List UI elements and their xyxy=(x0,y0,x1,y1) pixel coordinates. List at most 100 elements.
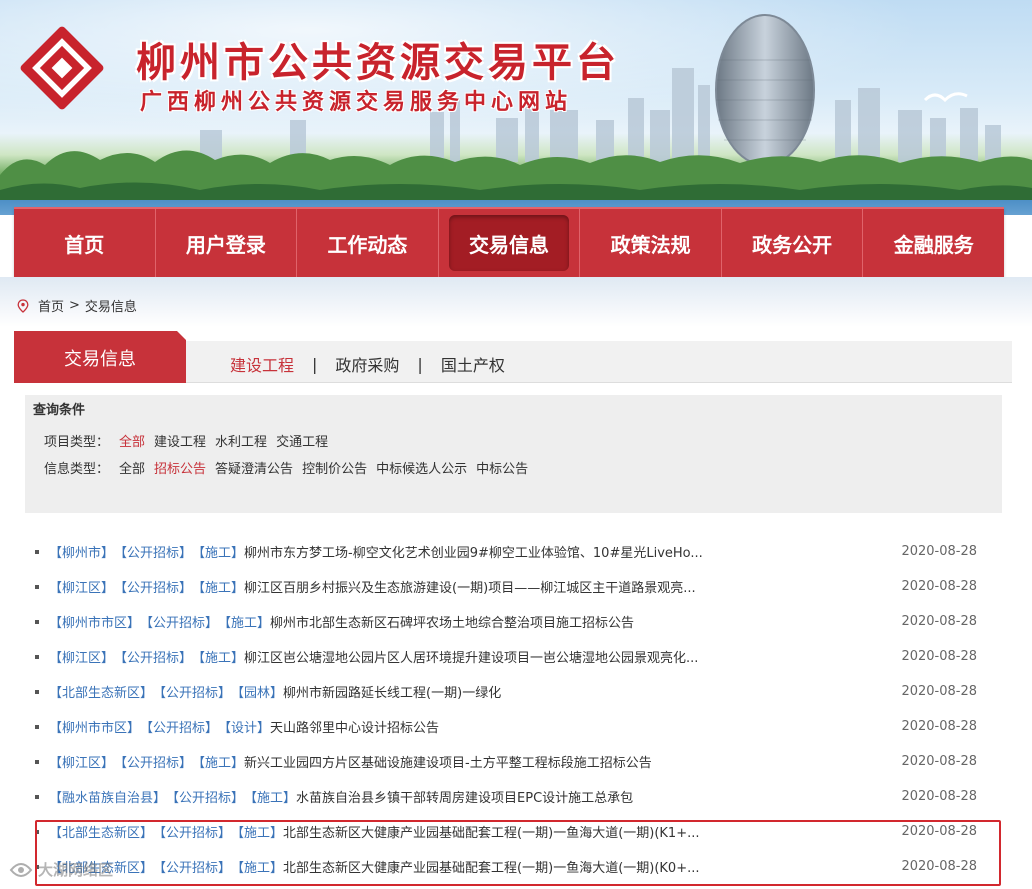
list-item[interactable]: 【柳江区】 【公开招标】 【施工】 新兴工业园四方片区基础设施建设项目-土方平整工程标… xyxy=(25,744,985,779)
announcement-title-link[interactable]: 水苗族自治县乡镇干部转周房建设项目EPC设计施工总承包 xyxy=(296,787,633,806)
category-tag[interactable]: 【施工】 xyxy=(192,542,244,561)
info-type-option-tender-notice[interactable]: 招标公告 xyxy=(154,458,206,477)
nav-item-gov-affairs[interactable]: 政务公开 xyxy=(722,209,864,277)
info-type-option-clarification[interactable]: 答疑澄清公告 xyxy=(215,458,293,477)
nav-item-finance[interactable]: 金融服务 xyxy=(863,209,1004,277)
tab-land-property[interactable]: 国土产权 xyxy=(441,352,505,376)
breadcrumb-background xyxy=(0,277,1032,327)
breadcrumb-separator: > xyxy=(69,298,80,313)
list-item[interactable]: 【北部生态新区】 【公开招标】 【施工】 北部生态新区大健康产业园基础配套工程(一期)… xyxy=(25,814,985,849)
nav-item-label: 交易信息 xyxy=(469,232,550,257)
method-tag[interactable]: 【公开招标】 xyxy=(140,717,218,736)
filter-row-info-type: 信息类型： 全部 招标公告 答疑澄清公告 控制价公告 中标候选人公示 中标公告 xyxy=(44,458,537,477)
info-type-option-award[interactable]: 中标公告 xyxy=(476,458,528,477)
filter-row-project-type: 项目类型： 全部 建设工程 水利工程 交通工程 xyxy=(44,431,337,450)
bullet-icon xyxy=(35,549,39,554)
breadcrumb-home-link[interactable]: 首页 xyxy=(38,296,64,315)
bullet-icon xyxy=(35,724,39,729)
region-tag[interactable]: 【融水苗族自治县】 xyxy=(49,787,166,806)
project-type-option-traffic[interactable]: 交通工程 xyxy=(276,431,328,450)
announcement-date: 2020-08-28 xyxy=(901,544,977,559)
announcement-title-link[interactable]: 北部生态新区大健康产业园基础配套工程(一期)一鱼海大道(一期)(K1+... xyxy=(283,822,699,841)
region-tag[interactable]: 【柳江区】 xyxy=(49,752,114,771)
method-tag[interactable]: 【公开招标】 xyxy=(114,542,192,561)
method-tag[interactable]: 【公开招标】 xyxy=(153,857,231,876)
category-tag[interactable]: 【园林】 xyxy=(231,682,283,701)
nav-item-label: 金融服务 xyxy=(893,232,974,257)
nav-item-policy[interactable]: 政策法规 xyxy=(580,209,722,277)
region-tag[interactable]: 【柳州市】 xyxy=(49,542,114,561)
site-subtitle: 广西柳州公共资源交易服务中心网站 xyxy=(140,89,573,115)
category-tag[interactable]: 【施工】 xyxy=(192,752,244,771)
method-tag[interactable]: 【公开招标】 xyxy=(166,787,244,806)
project-type-option-water[interactable]: 水利工程 xyxy=(215,431,267,450)
category-tag[interactable]: 【施工】 xyxy=(231,857,283,876)
nav-item-login[interactable]: 用户登录 xyxy=(156,209,298,277)
category-tag[interactable]: 【施工】 xyxy=(192,647,244,666)
project-type-option-construction[interactable]: 建设工程 xyxy=(154,431,206,450)
announcement-title-link[interactable]: 新兴工业园四方片区基础设施建设项目-土方平整工程标段施工招标公告 xyxy=(244,752,652,771)
list-item[interactable]: 【柳州市】 【公开招标】 【施工】 柳州市东方梦工场-柳空文化艺术创业园9#柳空工业体… xyxy=(25,534,985,569)
method-tag[interactable]: 【公开招标】 xyxy=(140,612,218,631)
list-item[interactable]: 【柳江区】 【公开招标】 【施工】 柳江区百朋乡村振兴及生态旅游建设(一期)项目——柳… xyxy=(25,569,985,604)
list-item[interactable]: 【柳州市市区】 【公开招标】 【设计】 天山路邻里中心设计招标公告 2020-08-28 xyxy=(25,709,985,744)
announcement-date: 2020-08-28 xyxy=(901,754,977,769)
section-title: 交易信息 xyxy=(14,331,187,383)
method-tag[interactable]: 【公开招标】 xyxy=(114,647,192,666)
announcement-date: 2020-08-28 xyxy=(901,649,977,664)
nav-item-label: 用户登录 xyxy=(185,232,266,257)
nav-item-home[interactable]: 首页 xyxy=(14,209,156,277)
list-item[interactable]: 【柳江区】 【公开招标】 【施工】 柳江区岜公塘湿地公园片区人居环境提升建设项目一岜公… xyxy=(25,639,985,674)
filter-title: 查询条件 xyxy=(33,403,86,418)
nav-item-label: 首页 xyxy=(64,232,105,257)
breadcrumb: 首页 > 交易信息 xyxy=(16,296,137,315)
list-item[interactable]: 【柳州市市区】 【公开招标】 【施工】 柳州市北部生态新区石碑坪农场土地综合整治项目施… xyxy=(25,604,985,639)
announcement-title-link[interactable]: 柳江区岜公塘湿地公园片区人居环境提升建设项目一岜公塘湿地公园景观亮化... xyxy=(244,647,698,666)
bullet-icon xyxy=(35,654,39,659)
method-tag[interactable]: 【公开招标】 xyxy=(114,577,192,596)
announcement-title-link[interactable]: 柳州市北部生态新区石碑坪农场土地综合整治项目施工招标公告 xyxy=(270,612,634,631)
project-type-option-all[interactable]: 全部 xyxy=(119,431,145,450)
announcement-date: 2020-08-28 xyxy=(901,859,977,874)
category-tag[interactable]: 【施工】 xyxy=(192,577,244,596)
breadcrumb-current: 交易信息 xyxy=(84,300,137,315)
list-item[interactable]: 【融水苗族自治县】 【公开招标】 【施工】 水苗族自治县乡镇干部转周房建设项目EPC设… xyxy=(25,779,985,814)
announcement-title-link[interactable]: 柳州市东方梦工场-柳空文化艺术创业园9#柳空工业体验馆、10#星光LiveHo.… xyxy=(244,542,703,561)
watermark-logo-icon xyxy=(9,863,33,877)
tab-government-procurement[interactable]: 政府采购 xyxy=(335,352,399,376)
tab-construction[interactable]: 建设工程 xyxy=(230,352,294,376)
region-tag[interactable]: 【柳江区】 xyxy=(49,577,114,596)
list-item[interactable]: 【北部生态新区】 【公开招标】 【施工】 北部生态新区大健康产业园基础配套工程(一期)… xyxy=(25,849,985,884)
watermark-text: 大湖网络区 xyxy=(38,860,114,879)
category-tag[interactable]: 【施工】 xyxy=(218,612,270,631)
list-item[interactable]: 【北部生态新区】 【公开招标】 【园林】 柳州市新园路延长线工程(一期)一绿化 2020… xyxy=(25,674,985,709)
announcement-title-link[interactable]: 柳州市新园路延长线工程(一期)一绿化 xyxy=(283,682,501,701)
header-banner: 柳州市公共资源交易平台 广西柳州公共资源交易服务中心网站 xyxy=(0,0,1032,215)
method-tag[interactable]: 【公开招标】 xyxy=(153,822,231,841)
announcement-title-link[interactable]: 天山路邻里中心设计招标公告 xyxy=(270,717,439,736)
announcement-date: 2020-08-28 xyxy=(901,789,977,804)
nav-item-work-news[interactable]: 工作动态 xyxy=(297,209,439,277)
region-tag[interactable]: 【北部生态新区】 xyxy=(49,682,153,701)
bullet-icon xyxy=(35,689,39,694)
method-tag[interactable]: 【公开招标】 xyxy=(114,752,192,771)
nav-item-label: 政策法规 xyxy=(610,232,691,257)
announcement-title-link[interactable]: 柳江区百朋乡村振兴及生态旅游建设(一期)项目——柳江城区主干道路景观亮... xyxy=(244,577,696,596)
region-tag[interactable]: 【柳州市市区】 xyxy=(49,612,140,631)
info-type-option-candidates[interactable]: 中标候选人公示 xyxy=(376,458,467,477)
category-tag[interactable]: 【施工】 xyxy=(244,787,296,806)
info-type-option-all[interactable]: 全部 xyxy=(119,458,145,477)
announcement-title-link[interactable]: 北部生态新区大健康产业园基础配套工程(一期)一鱼海大道(一期)(K0+... xyxy=(283,857,699,876)
nav-item-label: 政务公开 xyxy=(752,232,833,257)
nav-item-trade-info[interactable]: 交易信息 xyxy=(439,209,581,277)
info-type-option-control-price[interactable]: 控制价公告 xyxy=(302,458,367,477)
region-tag[interactable]: 【柳州市市区】 xyxy=(49,717,140,736)
region-tag[interactable]: 【北部生态新区】 xyxy=(49,822,153,841)
watermark: 大湖网络区 xyxy=(8,858,113,880)
project-type-label: 项目类型： xyxy=(44,435,110,450)
region-tag[interactable]: 【柳江区】 xyxy=(49,647,114,666)
method-tag[interactable]: 【公开招标】 xyxy=(153,682,231,701)
announcement-date: 2020-08-28 xyxy=(901,684,977,699)
category-tag[interactable]: 【设计】 xyxy=(218,717,270,736)
category-tag[interactable]: 【施工】 xyxy=(231,822,283,841)
